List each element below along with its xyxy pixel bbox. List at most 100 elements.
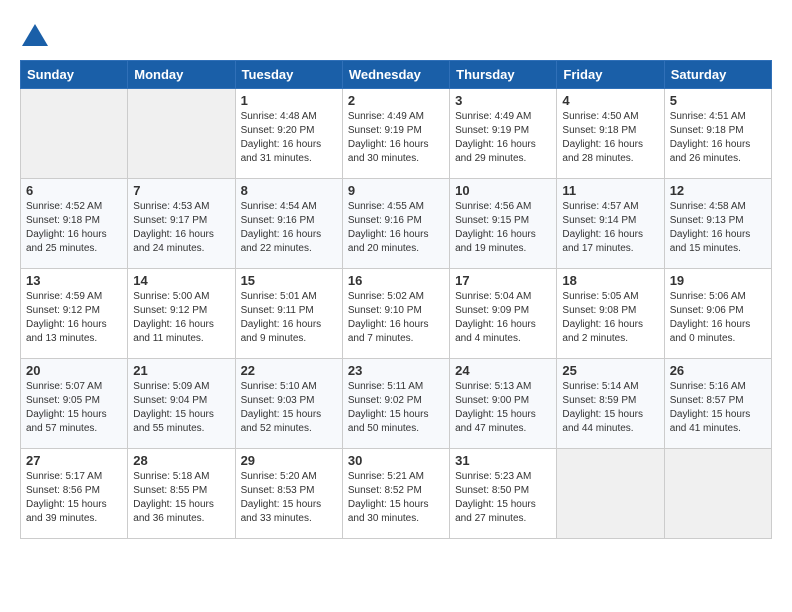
day-info: Sunrise: 5:02 AM Sunset: 9:10 PM Dayligh… <box>348 290 444 346</box>
day-number: 21 <box>133 363 229 378</box>
day-info: Sunrise: 4:50 AM Sunset: 9:18 PM Dayligh… <box>562 110 658 166</box>
calendar-cell: 13 Sunrise: 4:59 AM Sunset: 9:12 PM Dayli… <box>21 269 128 359</box>
day-info: Sunrise: 5:10 AM Sunset: 9:03 PM Dayligh… <box>241 380 337 436</box>
day-info: Sunrise: 4:57 AM Sunset: 9:14 PM Dayligh… <box>562 200 658 256</box>
calendar-cell: 17 Sunrise: 5:04 AM Sunset: 9:09 PM Dayli… <box>450 269 557 359</box>
calendar-cell: 14 Sunrise: 5:00 AM Sunset: 9:12 PM Dayli… <box>128 269 235 359</box>
calendar-week-row: 6 Sunrise: 4:52 AM Sunset: 9:18 PM Daylig… <box>21 179 772 269</box>
weekday-header: Wednesday <box>342 61 449 89</box>
calendar-cell: 10 Sunrise: 4:56 AM Sunset: 9:15 PM Dayli… <box>450 179 557 269</box>
calendar-cell: 12 Sunrise: 4:58 AM Sunset: 9:13 PM Dayli… <box>664 179 771 269</box>
day-number: 30 <box>348 453 444 468</box>
calendar-cell <box>128 89 235 179</box>
day-info: Sunrise: 5:04 AM Sunset: 9:09 PM Dayligh… <box>455 290 551 346</box>
day-info: Sunrise: 5:14 AM Sunset: 8:59 PM Dayligh… <box>562 380 658 436</box>
day-info: Sunrise: 5:05 AM Sunset: 9:08 PM Dayligh… <box>562 290 658 346</box>
day-number: 13 <box>26 273 122 288</box>
calendar-cell: 28Sunrise: 5:18 AM Sunset: 8:55 PM Dayli… <box>128 449 235 539</box>
day-number: 29 <box>241 453 337 468</box>
day-info: Sunrise: 5:23 AM Sunset: 8:50 PM Dayligh… <box>455 470 551 526</box>
calendar-cell: 11 Sunrise: 4:57 AM Sunset: 9:14 PM Dayli… <box>557 179 664 269</box>
calendar-cell: 19 Sunrise: 5:06 AM Sunset: 9:06 PM Dayli… <box>664 269 771 359</box>
day-number: 26 <box>670 363 766 378</box>
day-number: 7 <box>133 183 229 198</box>
calendar-cell: 9Sunrise: 4:55 AM Sunset: 9:16 PM Daylig… <box>342 179 449 269</box>
day-info: Sunrise: 4:49 AM Sunset: 9:19 PM Dayligh… <box>455 110 551 166</box>
day-info: Sunrise: 4:53 AM Sunset: 9:17 PM Dayligh… <box>133 200 229 256</box>
calendar-cell: 4 Sunrise: 4:50 AM Sunset: 9:18 PM Daylig… <box>557 89 664 179</box>
day-info: Sunrise: 5:20 AM Sunset: 8:53 PM Dayligh… <box>241 470 337 526</box>
day-number: 23 <box>348 363 444 378</box>
day-number: 14 <box>133 273 229 288</box>
calendar-cell: 2Sunrise: 4:49 AM Sunset: 9:19 PM Daylig… <box>342 89 449 179</box>
calendar-cell: 30 Sunrise: 5:21 AM Sunset: 8:52 PM Dayli… <box>342 449 449 539</box>
day-number: 10 <box>455 183 551 198</box>
calendar-cell: 16 Sunrise: 5:02 AM Sunset: 9:10 PM Dayli… <box>342 269 449 359</box>
calendar-cell: 21 Sunrise: 5:09 AM Sunset: 9:04 PM Dayli… <box>128 359 235 449</box>
calendar-cell: 24 Sunrise: 5:13 AM Sunset: 9:00 PM Dayli… <box>450 359 557 449</box>
day-info: Sunrise: 5:18 AM Sunset: 8:55 PM Dayligh… <box>133 470 229 526</box>
calendar-header-row: SundayMondayTuesdayWednesdayThursdayFrid… <box>21 61 772 89</box>
day-number: 12 <box>670 183 766 198</box>
weekday-header: Sunday <box>21 61 128 89</box>
calendar-week-row: 20Sunrise: 5:07 AM Sunset: 9:05 PM Dayli… <box>21 359 772 449</box>
calendar-cell <box>664 449 771 539</box>
logo-icon <box>20 20 50 50</box>
calendar-cell: 15Sunrise: 5:01 AM Sunset: 9:11 PM Dayli… <box>235 269 342 359</box>
calendar-cell: 22 Sunrise: 5:10 AM Sunset: 9:03 PM Dayli… <box>235 359 342 449</box>
day-number: 11 <box>562 183 658 198</box>
day-info: Sunrise: 5:06 AM Sunset: 9:06 PM Dayligh… <box>670 290 766 346</box>
day-number: 27 <box>26 453 122 468</box>
day-number: 18 <box>562 273 658 288</box>
logo <box>20 20 54 50</box>
calendar-cell: 27 Sunrise: 5:17 AM Sunset: 8:56 PM Dayli… <box>21 449 128 539</box>
day-info: Sunrise: 4:54 AM Sunset: 9:16 PM Dayligh… <box>241 200 337 256</box>
day-number: 31 <box>455 453 551 468</box>
day-info: Sunrise: 4:49 AM Sunset: 9:19 PM Dayligh… <box>348 110 444 166</box>
calendar-cell: 8Sunrise: 4:54 AM Sunset: 9:16 PM Daylig… <box>235 179 342 269</box>
day-number: 22 <box>241 363 337 378</box>
weekday-header: Saturday <box>664 61 771 89</box>
page-header <box>20 20 772 50</box>
calendar-cell: 26 Sunrise: 5:16 AM Sunset: 8:57 PM Dayli… <box>664 359 771 449</box>
day-number: 6 <box>26 183 122 198</box>
weekday-header: Monday <box>128 61 235 89</box>
day-info: Sunrise: 4:51 AM Sunset: 9:18 PM Dayligh… <box>670 110 766 166</box>
calendar-cell <box>21 89 128 179</box>
day-info: Sunrise: 4:59 AM Sunset: 9:12 PM Dayligh… <box>26 290 122 346</box>
calendar-cell: 23 Sunrise: 5:11 AM Sunset: 9:02 PM Dayli… <box>342 359 449 449</box>
day-number: 25 <box>562 363 658 378</box>
calendar-cell: 20Sunrise: 5:07 AM Sunset: 9:05 PM Dayli… <box>21 359 128 449</box>
calendar-cell: 5 Sunrise: 4:51 AM Sunset: 9:18 PM Daylig… <box>664 89 771 179</box>
day-number: 4 <box>562 93 658 108</box>
day-info: Sunrise: 4:48 AM Sunset: 9:20 PM Dayligh… <box>241 110 337 166</box>
calendar-cell: 18 Sunrise: 5:05 AM Sunset: 9:08 PM Dayli… <box>557 269 664 359</box>
day-info: Sunrise: 4:58 AM Sunset: 9:13 PM Dayligh… <box>670 200 766 256</box>
weekday-header: Tuesday <box>235 61 342 89</box>
day-info: Sunrise: 5:21 AM Sunset: 8:52 PM Dayligh… <box>348 470 444 526</box>
day-info: Sunrise: 5:00 AM Sunset: 9:12 PM Dayligh… <box>133 290 229 346</box>
day-number: 16 <box>348 273 444 288</box>
day-info: Sunrise: 4:56 AM Sunset: 9:15 PM Dayligh… <box>455 200 551 256</box>
day-info: Sunrise: 5:09 AM Sunset: 9:04 PM Dayligh… <box>133 380 229 436</box>
calendar-cell: 25 Sunrise: 5:14 AM Sunset: 8:59 PM Dayli… <box>557 359 664 449</box>
day-number: 24 <box>455 363 551 378</box>
weekday-header: Friday <box>557 61 664 89</box>
day-number: 15 <box>241 273 337 288</box>
day-number: 17 <box>455 273 551 288</box>
calendar-cell: 7 Sunrise: 4:53 AM Sunset: 9:17 PM Daylig… <box>128 179 235 269</box>
day-info: Sunrise: 4:55 AM Sunset: 9:16 PM Dayligh… <box>348 200 444 256</box>
day-info: Sunrise: 5:17 AM Sunset: 8:56 PM Dayligh… <box>26 470 122 526</box>
calendar-cell <box>557 449 664 539</box>
day-info: Sunrise: 4:52 AM Sunset: 9:18 PM Dayligh… <box>26 200 122 256</box>
calendar-week-row: 1Sunrise: 4:48 AM Sunset: 9:20 PM Daylig… <box>21 89 772 179</box>
calendar-cell: 6 Sunrise: 4:52 AM Sunset: 9:18 PM Daylig… <box>21 179 128 269</box>
day-number: 19 <box>670 273 766 288</box>
day-number: 5 <box>670 93 766 108</box>
weekday-header: Thursday <box>450 61 557 89</box>
day-info: Sunrise: 5:16 AM Sunset: 8:57 PM Dayligh… <box>670 380 766 436</box>
calendar-week-row: 13 Sunrise: 4:59 AM Sunset: 9:12 PM Dayli… <box>21 269 772 359</box>
day-info: Sunrise: 5:07 AM Sunset: 9:05 PM Dayligh… <box>26 380 122 436</box>
day-info: Sunrise: 5:11 AM Sunset: 9:02 PM Dayligh… <box>348 380 444 436</box>
day-info: Sunrise: 5:13 AM Sunset: 9:00 PM Dayligh… <box>455 380 551 436</box>
